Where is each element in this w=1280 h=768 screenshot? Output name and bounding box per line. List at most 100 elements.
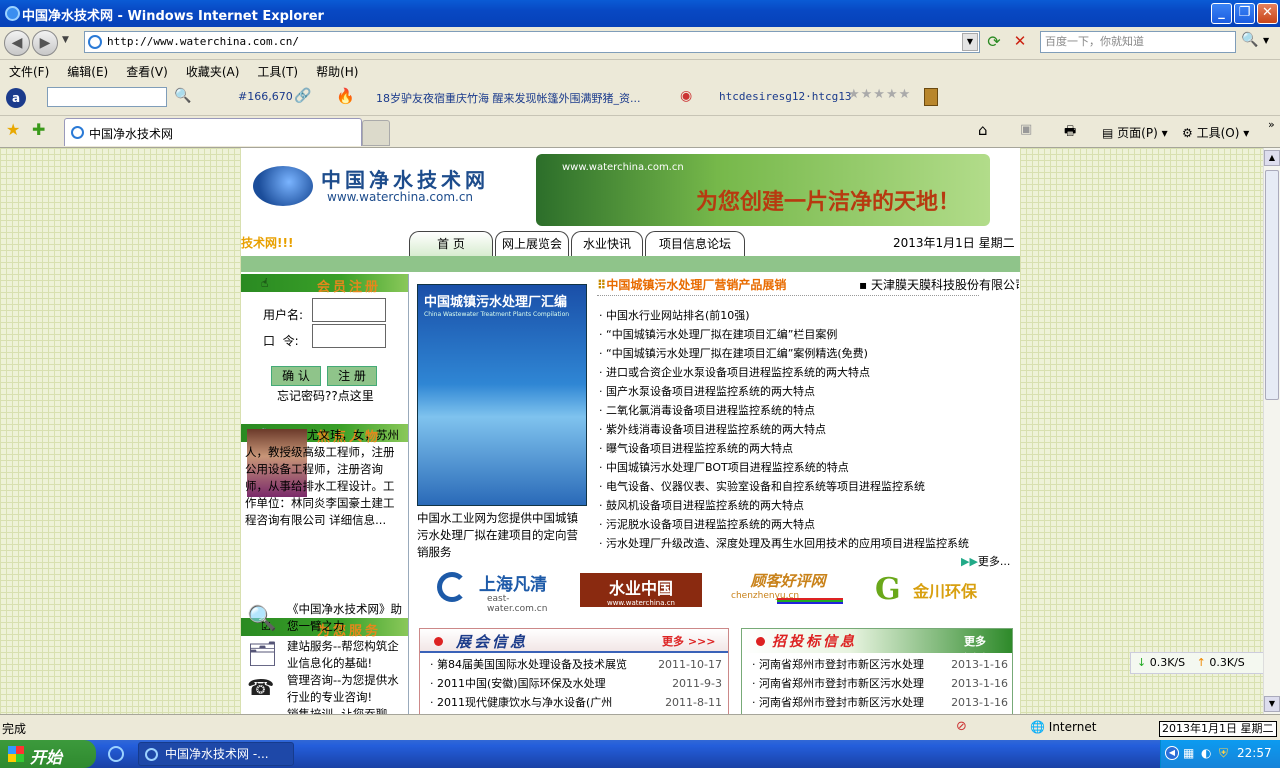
menu-favorites[interactable]: 收藏夹(A) [177,60,249,80]
partner-logo-jinchuan[interactable]: G 金川环保 [875,572,993,608]
url-input[interactable]: http://www.waterchina.com.cn/ [84,31,980,53]
search-input[interactable]: 百度一下，你就知道 [1040,31,1236,53]
more-link[interactable]: ▶▶更多... [961,553,1010,569]
list-item[interactable]: · 电气设备、仪器仪表、实验室设备和自控系统等项目进程监控系统 [599,477,1019,496]
tray-expand-icon[interactable]: ◀ [1165,746,1179,760]
scroll-down-icon[interactable]: ▼ [1264,696,1280,712]
table-row[interactable]: · 2011中国(安徽)国际环保及水处理 2011-9-3 [430,674,722,693]
center-headline[interactable]: ⠿中国城镇污水处理厂营销产品展销 [597,276,786,293]
link-icon[interactable]: 🔗 [294,88,311,104]
service-item[interactable]: 《中国净水技术网》助您一臂之力 [287,601,403,635]
list-item[interactable]: · 鼓风机设备项目进程监控系统的两大特点 [599,496,1019,515]
scrolling-company[interactable]: ▪ 天津膜天膜科技股份有限公司 [859,276,1019,293]
username-input[interactable] [312,298,386,322]
notes-icon[interactable] [924,88,938,106]
list-item[interactable]: · “中国城镇污水处理厂拟在建项目汇编”栏目案例 [599,325,1019,344]
list-item[interactable]: · 污水处理厂升级改造、深度处理及再生水回用技术的应用项目进程监控系统 [599,534,1019,553]
new-tab-button[interactable] [362,120,390,146]
list-item[interactable]: · 中国水行业网站排名(前10强) [599,306,1019,325]
toolbar-search-input[interactable] [47,87,167,107]
nav-forum[interactable]: 项目信息论坛 [645,231,745,256]
partner-logo-waterchina[interactable]: 水业中国 www.waterchina.cn [580,573,702,607]
back-button[interactable]: ◀ [4,30,30,56]
hot-news-icon[interactable]: 🔥 [336,87,355,105]
home-icon[interactable]: ⌂ [978,121,988,139]
hot-news-link[interactable]: 18岁驴友夜宿重庆竹海 醒来发现帐篷外围满野猪_资... [376,90,668,106]
chevron-more-icon[interactable]: » [1268,118,1275,131]
book-cover-image[interactable]: 中国城镇污水处理厂汇编 China Wastewater Treatment P… [417,284,587,506]
start-button[interactable]: 开始 [0,740,96,768]
search-icon[interactable]: 🔍 [1240,32,1260,52]
list-item[interactable]: · 曝气设备项目进程监控系统的两大特点 [599,439,1019,458]
rating-stars-icon[interactable]: ★★★★★ [848,87,911,102]
logo-url: www.waterchina.com.cn [327,190,474,204]
search-options-icon[interactable]: ▼ [1263,36,1269,45]
url-dropdown-icon[interactable]: ▼ [962,33,978,51]
menu-edit[interactable]: 编辑(E) [58,60,117,80]
tab-active[interactable]: 中国净水技术网 [64,118,362,146]
book-caption[interactable]: 中国水工业网为您提供中国城镇污水处理厂拟在建项目的定向营销服务 [417,510,589,561]
menu-tools[interactable]: 工具(T) [248,60,307,80]
volume-icon[interactable]: ◐ [1201,746,1211,760]
service-item[interactable]: 建站服务--帮您构筑企业信息化的基础! [287,638,403,672]
list-item[interactable]: · 污泥脱水设备项目进程监控系统的两大特点 [599,515,1019,534]
alexa-icon[interactable]: a [6,88,26,108]
print-icon[interactable]: 🖶 [1064,122,1076,144]
popup-blocker-icon[interactable]: ⊘ [956,719,967,734]
taskbar-item-ie[interactable]: 中国净水技术网 -... [138,742,294,766]
clock-text[interactable]: 22:57 [1237,746,1272,760]
speed-widget[interactable]: ↓ 0.3K/S ↑ 0.3K/S [1130,652,1263,674]
vertical-scrollbar[interactable]: ▲ ▼ [1263,148,1280,714]
login-ok-button[interactable]: 确 认 [271,366,321,386]
password-input[interactable] [312,324,386,348]
history-dropdown-icon[interactable]: ▼ [62,35,69,45]
expo-more-link[interactable]: 更多 >>> [662,633,715,649]
toolbar-search-icon[interactable]: 🔍 [174,88,191,104]
table-row[interactable]: · 河南省郑州市登封市新区污水处理 2013-1-16 [752,655,1008,674]
list-item[interactable]: · “中国城镇污水处理厂拟在建项目汇编”案例精选(免费) [599,344,1019,363]
table-row[interactable]: · 河南省郑州市登封市新区污水处理 2013-1-16 [752,674,1008,693]
favorites-star-icon[interactable]: ★ [6,120,20,139]
partner-logo-fanqing[interactable]: 上海凡清 east-water.com.cn [437,568,563,614]
forgot-password-link[interactable]: 忘记密码??点这里 [277,387,374,404]
forward-button[interactable]: ▶ [32,30,58,56]
user-link[interactable]: htcdesiresg12·htcg13 [719,90,851,103]
weibo-icon[interactable]: ◉ [680,88,692,104]
list-item[interactable]: · 紫外线消毒设备项目进程监控系统的两大特点 [599,420,1019,439]
table-row[interactable]: · 第84届美国国际水处理设备及技术展览 2011-10-17 [430,655,722,674]
nav-home[interactable]: 首 页 [409,231,493,256]
maximize-button[interactable]: ❐ [1234,3,1255,24]
zone-indicator[interactable]: 🌐 Internet [1030,720,1096,734]
security-shield-icon[interactable]: ⛨ [1219,746,1228,761]
list-item[interactable]: · 进口或合资企业水泵设备项目进程监控系统的两大特点 [599,363,1019,382]
refresh-icon[interactable]: ⟳ [984,32,1004,52]
register-button[interactable]: 注 册 [327,366,377,386]
window-title-bar[interactable]: 中国净水技术网 - Windows Internet Explorer _ ❐ … [0,0,1280,27]
minimize-button[interactable]: _ [1211,3,1232,24]
list-item[interactable]: · 二氧化氯消毒设备项目进程监控系统的特点 [599,401,1019,420]
scroll-up-icon[interactable]: ▲ [1264,150,1280,166]
taskbar: 开始 中国净水技术网 -... ◀ ▦ ◐ ⛨ 22:57 [0,740,1280,768]
menu-help[interactable]: 帮助(H) [307,60,367,80]
stop-icon[interactable]: ✕ [1010,32,1030,52]
network-icon[interactable]: ▦ [1183,746,1194,760]
table-row[interactable]: · 2011现代健康饮水与净水设备(广州 2011-8-11 [430,693,722,712]
tools-menu[interactable]: ⚙ 工具(O) ▾ [1182,124,1249,141]
close-button[interactable]: ✕ [1257,3,1278,24]
list-item[interactable]: · 中国城镇污水处理厂BOT项目进程监控系统的特点 [599,458,1019,477]
alexa-rank[interactable]: #166,670 [238,90,293,103]
add-favorite-icon[interactable]: ✚ [32,120,45,139]
menu-view[interactable]: 查看(V) [117,60,177,80]
nav-news[interactable]: 水业快讯 [571,231,643,256]
service-item[interactable]: 销售培训--让您吞聊 [287,706,403,714]
list-item[interactable]: · 国产水泵设备项目进程监控系统的两大特点 [599,382,1019,401]
scroll-thumb[interactable] [1265,170,1279,400]
quicklaunch-ie-icon[interactable] [108,746,124,762]
partner-logo-haoping[interactable]: 顾客好评网 chenzhenyu.cn [729,570,847,610]
menu-file[interactable]: 文件(F) [0,60,58,80]
page-menu[interactable]: ▤ 页面(P) ▾ [1102,124,1168,141]
service-item[interactable]: 管理咨询--为您提供水行业的专业咨询! [287,672,403,706]
nav-expo[interactable]: 网上展览会 [495,231,569,256]
feeds-icon[interactable]: ▣ [1020,122,1032,137]
table-row[interactable]: · 河南省郑州市登封市新区污水处理 2013-1-16 [752,693,1008,712]
